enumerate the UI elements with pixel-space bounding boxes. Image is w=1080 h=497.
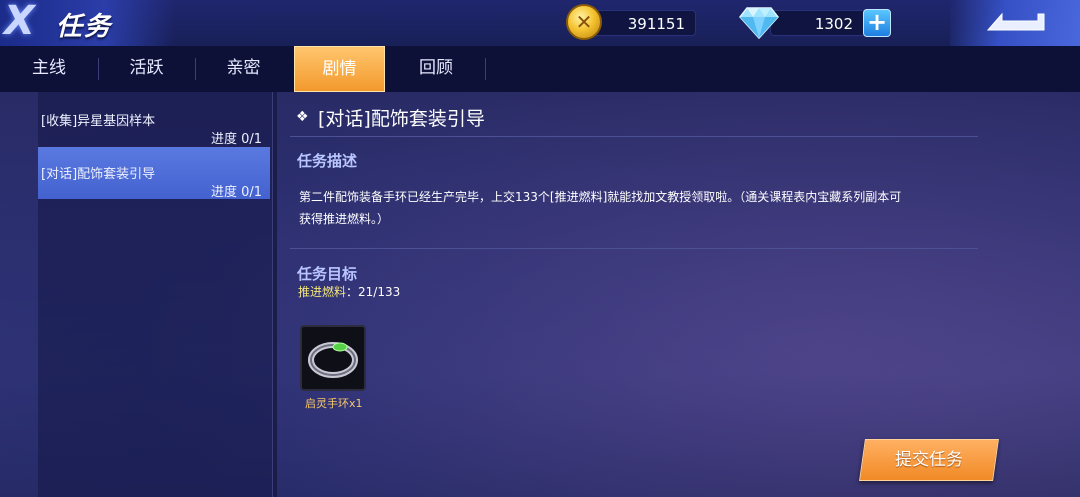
description-line: 获得推进燃料。） [299,212,390,226]
plus-icon: + [866,8,888,36]
tab-story[interactable]: 剧情 [294,46,385,92]
tab-bar: 主线 活跃 亲密 剧情 回顾 [0,46,1080,92]
tab-review[interactable]: 回顾 [387,46,485,92]
quest-detail-title: [对话]配饰套装引导 [318,108,485,130]
goal-heading: 任务目标 [297,265,358,283]
reward-item-slot[interactable] [300,325,366,391]
diamond-counter: 1302 [770,10,866,36]
bracelet-icon [308,342,358,378]
tab-label: 活跃 [129,58,164,78]
top-bar: X 任务 391151 ✕ 1302 + [0,0,1080,47]
tab-label: 主线 [32,58,66,78]
quest-list-item[interactable]: [收集]异星基因样本 进度 0/1 [38,94,270,147]
game-logo-icon: X [4,0,35,44]
objective-line: 推进燃料：21/133 [298,283,400,300]
tab-main[interactable]: 主线 [0,46,98,92]
tab-label: 剧情 [322,59,357,79]
tab-intimacy[interactable]: 亲密 [195,46,292,92]
panel-divider [272,92,277,497]
quest-description: 第二件配饰装备手环已经生产完毕，上交133个[推进燃料]就能找加文教授领取啦。（… [299,186,979,230]
submit-quest-label: 提交任务 [895,450,963,470]
back-button[interactable] [950,0,1080,46]
diamond-icon [739,7,779,40]
quest-name: [对话]配饰套装引导 [41,167,156,182]
description-heading: 任务描述 [297,152,358,170]
quest-list-item-selected[interactable]: [对话]配饰套装引导 进度 0/1 [38,147,270,200]
objective-item-name: 推进燃料 [298,285,347,299]
quest-name: [收集]异星基因样本 [41,114,156,129]
divider [290,136,978,137]
add-diamond-button[interactable]: + [863,9,891,37]
page-title: 任务 [56,12,113,42]
return-arrow-icon [986,12,1045,31]
reward-item-label: 启灵手环x1 [305,397,363,410]
title-area: X 任务 [0,0,175,46]
quest-progress: 进度 0/1 [210,185,262,200]
gold-counter: 391151 [590,10,696,36]
tab-label: 回顾 [419,58,453,78]
objective-count: ：21/133 [346,285,401,299]
tab-divider [485,58,486,80]
description-line: 第二件配饰装备手环已经生产完毕，上交133个[推进燃料]就能找加文教授领取啦。（… [299,190,902,204]
diamond-amount: 1302 [814,15,853,33]
quest-progress: 进度 0/1 [210,132,262,147]
divider [290,248,978,249]
gold-amount: 391151 [627,15,685,33]
double-chevron-icon: ❖ [296,109,309,125]
tab-label: 亲密 [226,58,261,78]
gold-coin-icon: ✕ [566,4,602,40]
tab-active[interactable]: 活跃 [98,46,195,92]
